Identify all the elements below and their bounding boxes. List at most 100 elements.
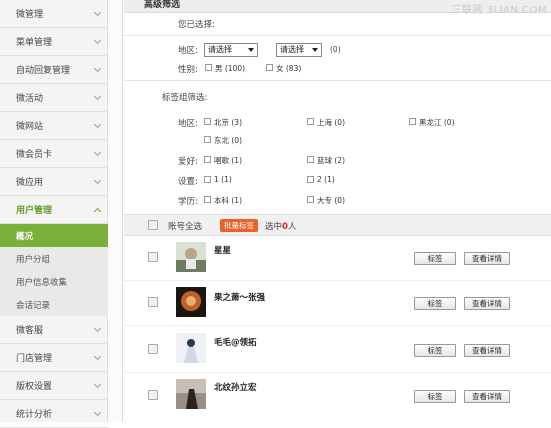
gender-label: 性别:: [178, 65, 198, 75]
tag-region-dongbei-checkbox[interactable]: [204, 136, 211, 143]
sidebar-item-store[interactable]: 门店管理: [0, 344, 108, 372]
user-name: 毛毛@领拓: [214, 338, 257, 348]
sidebar-subitem-label: 会话记录: [16, 300, 51, 311]
chevron-down-icon: [93, 36, 102, 45]
tag-button[interactable]: 标签: [414, 252, 456, 265]
advanced-filter-title: 高级筛选: [144, 0, 181, 10]
tag-region-dongbei-label: 东北 (0): [214, 136, 243, 145]
sidebar-item-wei-guanli[interactable]: 微管理: [0, 0, 108, 28]
sidebar-subitem-label: 概况: [16, 231, 34, 242]
tag-region-label: 地区:: [178, 119, 198, 129]
sidebar-item-label: 用户管理: [16, 206, 53, 216]
selected-suffix: 人: [287, 222, 297, 232]
watermark: 三联网 3LIAN.COM: [451, 5, 547, 16]
sidebar-item-activity[interactable]: 微活动: [0, 84, 108, 112]
sidebar-item-label: 门店管理: [16, 354, 53, 364]
batch-tag-button[interactable]: 批量标签: [220, 219, 258, 232]
region-select-city-value: 请选择: [280, 45, 304, 54]
sidebar-item-label: 微活动: [16, 94, 44, 104]
gender-female-checkbox[interactable]: [266, 64, 273, 71]
sidebar-item-label: 微应用: [16, 178, 44, 188]
tag-region-heilongjiang-label: 黑龙江 (0): [419, 118, 455, 127]
sidebar-subitem-user-groups[interactable]: 用户分组: [0, 247, 108, 270]
hobby-basketball-checkbox[interactable]: [307, 156, 314, 163]
chevron-up-icon: [93, 207, 102, 216]
chevron-down-icon: [93, 176, 102, 185]
tag-button[interactable]: 标签: [414, 390, 456, 403]
sidebar-subitem-overview[interactable]: 概况: [0, 224, 108, 247]
tag-region-heilongjiang-checkbox[interactable]: [409, 118, 416, 125]
hobby-basketball-label: 篮球 (2): [317, 156, 346, 165]
tag-region-beijing-label: 北京 (3): [214, 118, 243, 127]
dropdown-arrow-icon: [248, 48, 254, 52]
user-avatar: [176, 242, 206, 272]
sidebar-subitem-user-info[interactable]: 用户信息收集: [0, 270, 108, 293]
user-row-checkbox[interactable]: [148, 390, 158, 400]
sidebar-item-menu[interactable]: 菜单管理: [0, 28, 108, 56]
divider: [124, 80, 551, 81]
row-divider: [124, 372, 551, 373]
user-name: 北纹孙立宏: [214, 383, 257, 393]
view-details-button[interactable]: 查看详情: [464, 297, 510, 310]
setting-1-checkbox[interactable]: [204, 176, 211, 183]
education-label: 学历:: [178, 197, 198, 207]
sidebar-subitem-label: 用户信息收集: [16, 277, 68, 288]
setting-2-label: 2 (1): [317, 175, 335, 184]
chevron-down-icon: [93, 148, 102, 157]
view-details-button[interactable]: 查看详情: [464, 344, 510, 357]
sidebar-subitem-label: 用户分组: [16, 254, 51, 265]
sidebar-item-member-card[interactable]: 微会员卡: [0, 140, 108, 168]
main-panel: 高级筛选 三联网 3LIAN.COM 您已选择: 地区: 请选择 请选择 (0)…: [124, 0, 551, 422]
hobby-singing-label: 唱歌 (1): [214, 156, 243, 165]
view-details-button[interactable]: 查看详情: [464, 390, 510, 403]
sidebar-item-auto-reply[interactable]: 自动回复管理: [0, 56, 108, 84]
user-name: 星星: [214, 246, 232, 256]
education-college-checkbox[interactable]: [307, 196, 314, 203]
chevron-down-icon: [93, 92, 102, 101]
chevron-down-icon: [93, 380, 102, 389]
sidebar-gutter: [108, 0, 123, 422]
sidebar-item-website[interactable]: 微网站: [0, 112, 108, 140]
view-details-button[interactable]: 查看详情: [464, 252, 510, 265]
region-select-province[interactable]: 请选择: [204, 43, 258, 57]
setting-2-checkbox[interactable]: [307, 176, 314, 183]
gender-female-label: 女 (83): [276, 64, 302, 73]
region-select-city[interactable]: 请选择: [276, 43, 322, 57]
tag-region-beijing-checkbox[interactable]: [204, 118, 211, 125]
chevron-down-icon: [93, 352, 102, 361]
sidebar-item-label: 版权设置: [16, 382, 53, 392]
sidebar-item-copyright[interactable]: 版权设置: [0, 372, 108, 400]
dropdown-arrow-icon: [312, 48, 318, 52]
sidebar-item-customer-service[interactable]: 微客服: [0, 316, 108, 344]
sidebar-item-label: 自动回复管理: [16, 66, 71, 76]
tag-region-shanghai-checkbox[interactable]: [307, 118, 314, 125]
education-bachelor-checkbox[interactable]: [204, 196, 211, 203]
sidebar-item-statistics[interactable]: 统计分析: [0, 400, 108, 428]
user-row-checkbox[interactable]: [148, 344, 158, 354]
sidebar-item-apps[interactable]: 微应用: [0, 168, 108, 196]
hobby-label: 爱好:: [178, 157, 198, 167]
user-row-checkbox[interactable]: [148, 297, 158, 307]
sidebar-subitem-chat-log[interactable]: 会话记录: [0, 293, 108, 316]
gender-male-checkbox[interactable]: [205, 64, 212, 71]
user-list-header: 账号全选 批量标签 选中0人: [124, 214, 551, 236]
divider: [124, 35, 551, 36]
sidebar-item-label: 微管理: [16, 10, 44, 20]
sidebar-item-label: 微客服: [16, 326, 44, 336]
chevron-down-icon: [93, 120, 102, 129]
education-bachelor-label: 本科 (1): [214, 196, 243, 205]
sidebar-item-user-management[interactable]: 用户管理: [0, 196, 108, 224]
user-avatar: [176, 379, 206, 409]
row-divider: [124, 325, 551, 326]
user-avatar: [176, 287, 206, 317]
region-label: 地区:: [178, 46, 198, 56]
tag-region-shanghai-label: 上海 (0): [317, 118, 346, 127]
hobby-singing-checkbox[interactable]: [204, 156, 211, 163]
selected-label: 您已选择:: [178, 20, 215, 30]
user-avatar: [176, 333, 206, 363]
user-row-checkbox[interactable]: [148, 252, 158, 262]
select-all-checkbox[interactable]: [148, 220, 158, 230]
tag-button[interactable]: 标签: [414, 297, 456, 310]
tag-button[interactable]: 标签: [414, 344, 456, 357]
chevron-down-icon: [93, 8, 102, 17]
